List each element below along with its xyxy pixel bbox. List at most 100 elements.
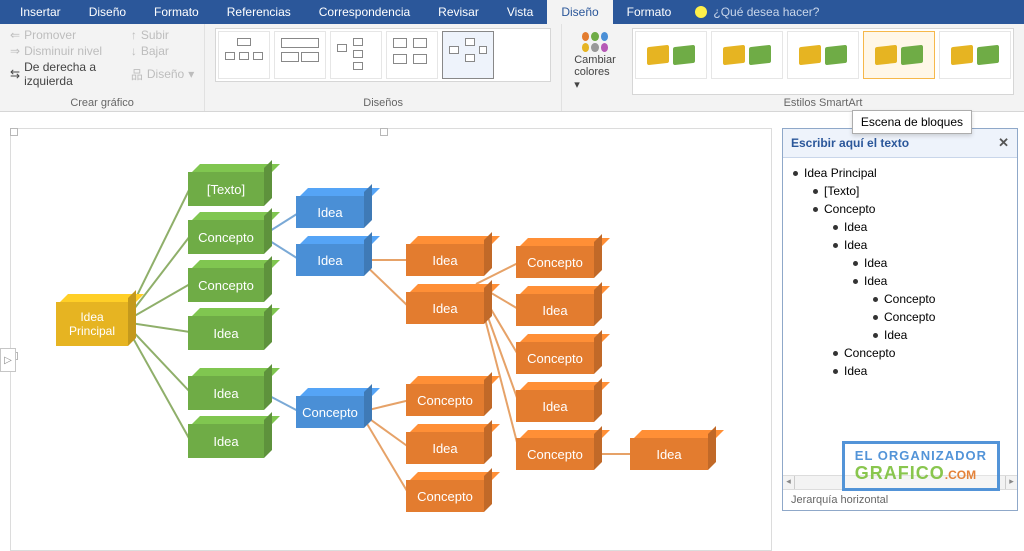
layouts-gallery[interactable] [215, 28, 551, 82]
group-create-graphic: ⇐Promover ↑Subir ⇒Disminuir nivel ↓Bajar… [0, 24, 205, 111]
text-pane-item[interactable]: Concepto [793, 290, 1013, 308]
text-pane-item[interactable]: Idea [793, 236, 1013, 254]
rtl-icon: ⇆ [10, 67, 20, 81]
bullet-icon [873, 315, 878, 320]
tell-me-label: ¿Qué desea hacer? [713, 5, 819, 19]
ribbon-tab-formato[interactable]: Formato [140, 0, 213, 24]
style-thumb-3[interactable] [787, 31, 859, 79]
node-l2[interactable]: Idea [188, 376, 264, 410]
ribbon-tab-diseño[interactable]: Diseño [75, 0, 140, 24]
bullet-icon [833, 369, 838, 374]
arrow-down-icon: ↓ [131, 44, 137, 58]
node-orange[interactable]: Concepto [406, 480, 484, 512]
promote-button[interactable]: ⇐Promover [10, 28, 113, 42]
styles-gallery[interactable] [632, 28, 1014, 95]
close-icon[interactable]: ✕ [998, 135, 1009, 151]
text-pane-item[interactable]: Concepto [793, 308, 1013, 326]
bullet-icon [833, 351, 838, 356]
colors-icon [582, 32, 608, 52]
layout-thumb-4[interactable] [386, 31, 438, 79]
layout-thumb-5[interactable] [442, 31, 494, 79]
smartart-canvas[interactable]: ▷ Idea Principal [Texto] Concepto Concepto… [0, 112, 782, 511]
node-l2[interactable]: [Texto] [188, 172, 264, 206]
node-orange[interactable]: Idea [406, 292, 484, 324]
ribbon-tab-formato[interactable]: Formato [613, 0, 686, 24]
change-colors-button[interactable]: Cambiarcolores ▾ [564, 28, 626, 95]
node-orange[interactable]: Concepto [516, 438, 594, 470]
layout-thumb-3[interactable] [330, 31, 382, 79]
node-l3[interactable]: Idea [296, 196, 364, 228]
ribbon-tab-correspondencia[interactable]: Correspondencia [305, 0, 424, 24]
style-thumb-5[interactable] [939, 31, 1011, 79]
node-root[interactable]: Idea Principal [56, 302, 128, 346]
demote-button[interactable]: ⇒Disminuir nivel [10, 44, 113, 58]
resize-handle[interactable] [10, 128, 18, 136]
node-orange[interactable]: Idea [406, 432, 484, 464]
bullet-icon [873, 297, 878, 302]
bullet-icon [833, 225, 838, 230]
style-thumb-1[interactable] [635, 31, 707, 79]
group-layouts: Diseños [205, 24, 562, 111]
group-label: Crear gráfico [10, 95, 194, 109]
bullet-icon [853, 279, 858, 284]
text-pane-item[interactable]: Idea Principal [793, 164, 1013, 182]
arrow-left-icon: ⇐ [10, 28, 20, 42]
text-pane-item[interactable]: Idea [793, 218, 1013, 236]
horizontal-scrollbar[interactable]: ◂ ▸ [783, 475, 1017, 489]
ribbon-tab-vista[interactable]: Vista [493, 0, 547, 24]
text-pane-item[interactable]: Idea [793, 254, 1013, 272]
document-area: ▷ Idea Principal [Texto]ConceptoConcepto… [0, 112, 1024, 511]
layout-thumb-1[interactable] [218, 31, 270, 79]
node-l3[interactable]: Concepto [296, 396, 364, 428]
node-orange[interactable]: Concepto [516, 246, 594, 278]
text-pane-item[interactable]: Idea [793, 362, 1013, 380]
node-orange[interactable]: Idea [406, 244, 484, 276]
node-orange[interactable]: Concepto [406, 384, 484, 416]
ribbon-tab-diseño[interactable]: Diseño [547, 0, 612, 24]
group-change-colors: Cambiarcolores ▾ [562, 24, 622, 111]
layout-icon: 品 [131, 66, 143, 83]
layout-button[interactable]: 品Diseño ▾ [131, 60, 194, 88]
bullet-icon [793, 171, 798, 176]
style-thumb-2[interactable] [711, 31, 783, 79]
bullet-icon [853, 261, 858, 266]
ribbon-tab-insertar[interactable]: Insertar [6, 0, 75, 24]
node-l3[interactable]: Idea [296, 244, 364, 276]
move-up-button[interactable]: ↑Subir [131, 28, 194, 42]
text-pane-item[interactable]: [Texto] [793, 182, 1013, 200]
tell-me-search[interactable]: ¿Qué desea hacer? [685, 0, 829, 24]
node-l2[interactable]: Idea [188, 424, 264, 458]
node-l2[interactable]: Concepto [188, 220, 264, 254]
node-l2[interactable]: Concepto [188, 268, 264, 302]
node-orange[interactable]: Idea [630, 438, 708, 470]
layout-thumb-2[interactable] [274, 31, 326, 79]
group-smartart-styles: Estilos SmartArt [622, 24, 1024, 111]
arrow-right-icon: ⇒ [10, 44, 20, 58]
ribbon-tab-revisar[interactable]: Revisar [424, 0, 493, 24]
arrow-up-icon: ↑ [131, 28, 137, 42]
text-pane-footer: Jerarquía horizontal [783, 489, 1017, 510]
move-down-button[interactable]: ↓Bajar [131, 44, 194, 58]
styles-label: Estilos SmartArt [632, 95, 1014, 109]
bullet-icon [833, 243, 838, 248]
node-l2[interactable]: Idea [188, 316, 264, 350]
text-pane-item[interactable]: Idea [793, 272, 1013, 290]
text-pane-item[interactable]: Concepto [793, 200, 1013, 218]
node-orange[interactable]: Idea [516, 294, 594, 326]
ribbon-tab-referencias[interactable]: Referencias [213, 0, 305, 24]
bullet-icon [813, 189, 818, 194]
bullet-icon [813, 207, 818, 212]
bullet-icon [873, 333, 878, 338]
text-pane-item[interactable]: Idea [793, 326, 1013, 344]
node-orange[interactable]: Concepto [516, 342, 594, 374]
resize-handle[interactable] [380, 128, 388, 136]
text-pane: Escribir aquí el texto ✕ Idea Principal[… [782, 128, 1018, 511]
expand-text-pane-button[interactable]: ▷ [0, 348, 16, 372]
ribbon-tabs: InsertarDiseñoFormatoReferenciasCorrespo… [0, 0, 1024, 24]
lightbulb-icon [695, 6, 707, 18]
style-thumb-4[interactable] [863, 31, 935, 79]
rtl-button[interactable]: ⇆De derecha a izquierda [10, 60, 113, 88]
text-pane-list[interactable]: Idea Principal[Texto]ConceptoIdeaIdeaIde… [783, 158, 1017, 475]
text-pane-item[interactable]: Concepto [793, 344, 1013, 362]
node-orange[interactable]: Idea [516, 390, 594, 422]
